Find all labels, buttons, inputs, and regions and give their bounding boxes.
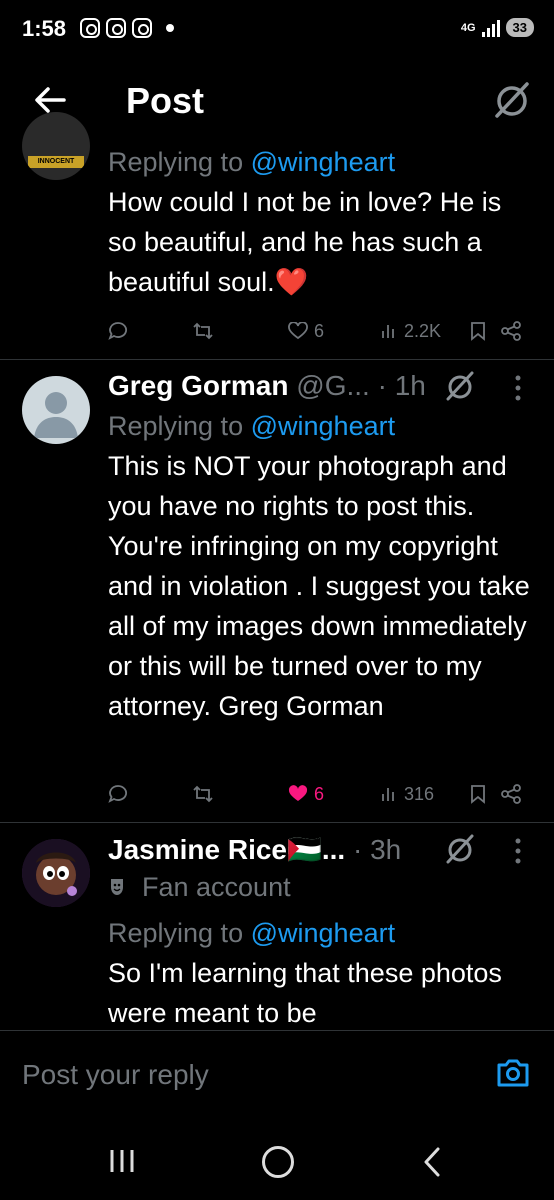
views-count: 316 <box>404 783 435 804</box>
replying-to: Replying to @wingheart <box>108 147 396 177</box>
tweet-text: How could I not be in love? He is so bea… <box>108 187 502 297</box>
nav-back-icon[interactable] <box>420 1146 444 1178</box>
signal-icon <box>481 19 500 37</box>
theater-masks-icon <box>111 879 123 895</box>
more-options-icon[interactable] <box>514 374 522 402</box>
tweet-text: This is NOT your photograph and you have… <box>108 451 530 721</box>
display-name[interactable]: Jasmine Rice🇵🇸... <box>108 834 345 865</box>
bookmark-icon[interactable] <box>470 784 486 804</box>
repost-button[interactable] <box>192 779 214 809</box>
reply-handle-link[interactable]: @wingheart <box>251 918 395 948</box>
camera-icon[interactable] <box>496 1057 530 1089</box>
reply-button[interactable] <box>108 779 128 809</box>
recent-apps-icon[interactable] <box>108 1148 136 1174</box>
repost-button[interactable] <box>192 316 214 346</box>
avatar[interactable]: INNOCENT <box>22 112 90 180</box>
replying-to: Replying to @wingheart <box>108 411 396 441</box>
like-count: 6 <box>314 320 325 341</box>
bookmark-icon[interactable] <box>470 321 486 341</box>
display-name[interactable]: Greg Gorman <box>108 370 288 401</box>
reply-handle-link[interactable]: @wingheart <box>251 147 395 177</box>
default-avatar-icon <box>34 392 78 438</box>
reply-input[interactable]: Post your reply <box>22 1059 209 1091</box>
instagram-icon <box>80 18 100 38</box>
page-title: Post <box>126 80 205 121</box>
timestamp: · 3h <box>352 834 402 865</box>
views-icon <box>382 788 394 801</box>
replying-to: Replying to @wingheart <box>108 918 396 948</box>
reply-icon <box>108 785 127 803</box>
timestamp: · 1h <box>377 370 426 401</box>
tweet-1[interactable]: INNOCENT Replying to @wingheart How coul… <box>0 112 554 360</box>
status-right: 4G 33 <box>461 18 534 37</box>
tweet-header: Greg Gorman @G... · 1h <box>108 370 534 406</box>
like-button[interactable]: 6 <box>288 316 324 346</box>
tweet-text: So I'm learning that these photos were m… <box>108 958 502 1028</box>
battery-level: 33 <box>505 18 534 37</box>
more-notifications-dot-icon <box>166 24 174 32</box>
fan-account-label: Fan account <box>108 869 534 905</box>
tweet-header: Jasmine Rice🇵🇸... · 3h <box>108 833 534 869</box>
user-handle[interactable]: @G... <box>296 370 370 401</box>
status-bar: 1:58 4G 33 <box>0 0 554 62</box>
reply-handle-link[interactable]: @wingheart <box>251 411 395 441</box>
views-icon <box>382 325 394 338</box>
tweet-2[interactable]: Greg Gorman @G... · 1h Replying to @wing… <box>0 360 554 822</box>
notification-icons <box>80 18 174 38</box>
reply-icon <box>108 322 127 340</box>
system-navigation-bar <box>0 1122 554 1200</box>
avatar[interactable] <box>22 376 90 444</box>
grok-icon[interactable] <box>492 80 532 120</box>
reply-composer[interactable]: Post your reply <box>0 1030 554 1122</box>
home-icon[interactable] <box>262 1146 294 1178</box>
avatar-badge: INNOCENT <box>28 156 84 168</box>
instagram-icon <box>106 18 126 38</box>
like-button[interactable]: 6 <box>288 779 324 809</box>
tweet-3[interactable]: Jasmine Rice🇵🇸... · 3h Fan account Reply… <box>0 823 554 1030</box>
views-button[interactable]: 2.2K <box>380 316 441 346</box>
tweet-actions: 6 316 <box>108 779 528 809</box>
repost-icon <box>193 322 213 340</box>
grok-icon[interactable] <box>444 370 476 402</box>
cartoon-avatar-icon <box>22 839 90 907</box>
heart-filled-icon <box>288 785 308 801</box>
share-icon[interactable] <box>500 783 522 805</box>
heart-outline-icon <box>288 322 308 340</box>
reply-button[interactable] <box>108 316 128 346</box>
share-icon[interactable] <box>500 320 522 342</box>
like-count: 6 <box>314 783 325 804</box>
tweet-actions: 6 2.2K <box>108 316 528 346</box>
instagram-icon <box>132 18 152 38</box>
more-options-icon[interactable] <box>514 837 522 865</box>
grok-icon[interactable] <box>444 833 476 865</box>
views-button[interactable]: 316 <box>380 779 434 809</box>
views-count: 2.2K <box>404 320 442 341</box>
repost-icon <box>193 785 213 803</box>
avatar[interactable] <box>22 839 90 907</box>
status-time: 1:58 <box>22 16 67 41</box>
heart-emoji: ❤️ <box>274 267 309 297</box>
network-type: 4G <box>460 21 476 34</box>
